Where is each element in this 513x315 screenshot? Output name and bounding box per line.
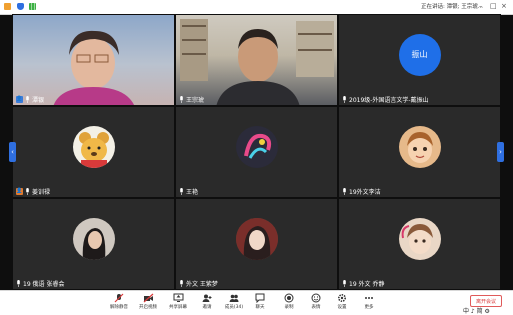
participant-tile[interactable]: 外文 王紫梦 [175, 198, 338, 290]
participant-tile[interactable]: 👤 姜训禄 [12, 106, 175, 198]
participant-name: 姜训禄 [32, 188, 51, 196]
participant-name-label: 2019级-外国语言文学-戴振山 [342, 95, 429, 104]
share-screen-icon [173, 293, 183, 302]
start-video-button[interactable]: 开启视频 [137, 293, 159, 310]
participant-tile[interactable]: 王宗琥 [175, 14, 338, 106]
girl-photo-avatar [235, 217, 278, 260]
participant-name: 19 外文 乔静 [349, 280, 385, 288]
participant-name-label: 👤 潭银 [16, 95, 45, 104]
avatar: 振山 [398, 33, 441, 76]
pooh-bear-icon [78, 131, 109, 168]
more-icon [365, 297, 373, 299]
settings-icon [337, 293, 347, 303]
settings-label: 设置 [337, 305, 347, 310]
participant-tile[interactable]: 👤 潭银 [12, 14, 175, 106]
participant-name-label: 王艳 [179, 187, 199, 196]
host-icon: 👤 [16, 95, 23, 103]
more-label: 更多 [364, 305, 374, 310]
mic-icon [343, 95, 346, 103]
unmute-label: 解除静音 [110, 305, 128, 310]
share-screen-button[interactable]: 共享屏幕 [167, 293, 189, 310]
participant-tile[interactable]: 19 俄语 张睿会 [12, 198, 175, 290]
mic-icon [180, 187, 183, 195]
meeting-toolbar: 解除静音 开启视频 共享屏幕 邀请 成员(34) 聊天 录制 表情 设置 更多 … [0, 290, 513, 315]
participant-name-label: 19 外文 乔静 [342, 279, 385, 288]
active-speaker-text: 正在讲话: 潭银; 王宗琥... [421, 4, 483, 10]
window-titlebar: 正在讲话: 潭银; 王宗琥... – □ × [0, 0, 513, 15]
emoji-button[interactable]: 表情 [305, 293, 327, 310]
participant-tile[interactable]: 振山 2019级-外国语言文学-戴振山 [338, 14, 501, 106]
video-grid: 👤 潭银 王宗琥 振山 2019级-外国语言文学-戴振山 👤 姜训禄 王艳 19… [12, 14, 501, 290]
participant-name: 王艳 [186, 188, 199, 196]
participant-name: 19 俄语 张睿会 [23, 280, 65, 288]
share-screen-label: 共享屏幕 [169, 305, 187, 310]
participant-name: 外文 王紫梦 [186, 280, 218, 288]
girl-photo-icon [82, 227, 105, 260]
invite-label: 邀请 [202, 305, 212, 310]
girl-photo-avatar [72, 217, 115, 260]
record-icon [284, 293, 294, 303]
members-label: 成员(34) [224, 305, 244, 310]
invite-button[interactable]: 邀请 [196, 293, 218, 310]
prev-page-arrow-icon[interactable]: ‹ [9, 142, 16, 162]
mic-muted-icon [114, 293, 124, 303]
cartoon-boy-icon [406, 131, 433, 163]
child-photo-avatar [398, 217, 441, 260]
mic-icon [17, 279, 20, 287]
gradient-swirl-avatar [235, 125, 278, 168]
swirl-icon [243, 133, 271, 159]
invite-icon [202, 294, 212, 302]
members-button[interactable]: 成员(34) [223, 293, 245, 310]
participant-name: 王宗琥 [186, 96, 205, 104]
minimize-icon[interactable]: – [479, 2, 483, 10]
settings-button[interactable]: 设置 [331, 293, 353, 310]
participant-tile[interactable]: 19 外文 乔静 [338, 198, 501, 290]
avatar-initials: 振山 [411, 50, 428, 60]
pooh-bear-avatar [72, 125, 115, 168]
participant-name-label: 外文 王紫梦 [179, 279, 218, 288]
participant-tile[interactable]: 19外文李洁 [338, 106, 501, 198]
record-label: 录制 [284, 305, 294, 310]
participant-name-label: 王宗琥 [179, 95, 205, 104]
next-page-arrow-icon[interactable]: › [497, 142, 504, 162]
participant-tile[interactable]: 王艳 [175, 106, 338, 198]
more-btn[interactable]: 更多 [358, 293, 380, 310]
cartoon-boy-avatar [398, 125, 441, 168]
participant-name: 19外文李洁 [349, 188, 381, 196]
security-shield-icon[interactable] [17, 3, 24, 10]
record-button[interactable]: 录制 [278, 293, 300, 310]
participant-name-label: 19 俄语 张睿会 [16, 279, 65, 288]
maximize-icon[interactable]: □ [490, 2, 497, 10]
mic-icon [180, 279, 183, 287]
chat-button[interactable]: 聊天 [249, 293, 271, 310]
members-icon [229, 294, 239, 302]
participant-name: 2019级-外国语言文学-戴振山 [349, 96, 429, 104]
unmute-button[interactable]: 解除静音 [108, 293, 130, 310]
start-video-label: 开启视频 [139, 305, 157, 310]
participant-video-feed [180, 19, 334, 105]
host-icon: 👤 [16, 187, 23, 195]
emoji-icon [311, 293, 321, 303]
app-logo-icon [4, 3, 11, 10]
close-icon[interactable]: × [501, 2, 507, 10]
chat-label: 聊天 [255, 305, 265, 310]
child-photo-icon [401, 223, 433, 254]
mic-icon [180, 95, 183, 103]
participant-name: 潭银 [32, 96, 45, 104]
participant-video-feed [53, 30, 134, 105]
chat-icon [255, 293, 265, 303]
signal-icon[interactable] [29, 3, 36, 10]
mic-icon [343, 187, 346, 195]
girl-photo-icon [235, 217, 278, 260]
mic-icon [26, 95, 29, 103]
video-off-icon [143, 293, 153, 303]
mic-icon [26, 187, 29, 195]
participant-name-label: 19外文李洁 [342, 187, 381, 196]
participant-name-label: 👤 姜训禄 [16, 187, 51, 196]
mic-icon [343, 279, 346, 287]
emoji-label: 表情 [311, 305, 321, 310]
